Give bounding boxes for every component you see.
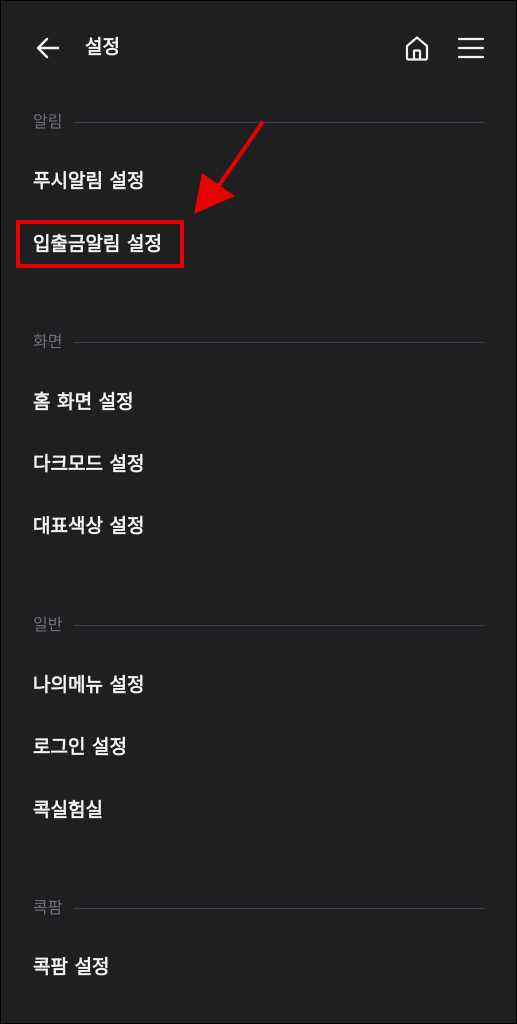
section-label: 콕팜 — [33, 898, 63, 917]
section-header-general: 일반 — [33, 613, 485, 637]
menu-item-kokfarm-settings[interactable]: 콕팜 설정 — [33, 952, 110, 982]
app-header: 설정 — [1, 1, 516, 95]
home-icon — [405, 36, 429, 61]
menu-item-deposit-withdrawal-notification-settings[interactable]: 입출금알림 설정 — [33, 229, 162, 259]
menu-button[interactable] — [454, 31, 488, 65]
menu-item-home-screen-settings[interactable]: 홈 화면 설정 — [33, 387, 134, 417]
menu-item-kok-lab[interactable]: 콕실험실 — [33, 795, 103, 825]
menu-item-theme-color-settings[interactable]: 대표색상 설정 — [33, 511, 145, 541]
hamburger-menu-icon — [457, 37, 485, 59]
section-header-notification: 알림 — [33, 110, 485, 134]
section-divider — [74, 121, 485, 123]
section-label: 알림 — [33, 112, 63, 131]
section-label: 화면 — [33, 332, 63, 351]
home-button[interactable] — [400, 31, 434, 65]
menu-item-dark-mode-settings[interactable]: 다크모드 설정 — [33, 449, 145, 479]
menu-item-my-menu-settings[interactable]: 나의메뉴 설정 — [33, 670, 145, 700]
settings-screen: 설정 알림 푸시알림 설정 입출금알림 설정 화면 홈 화면 설정 다크모드 설… — [0, 0, 517, 1024]
section-divider — [74, 907, 485, 909]
section-divider — [74, 624, 485, 626]
section-header-display: 화면 — [33, 330, 485, 354]
back-button[interactable] — [31, 31, 65, 65]
page-title: 설정 — [85, 36, 120, 58]
section-label: 일반 — [33, 615, 63, 634]
menu-item-login-settings[interactable]: 로그인 설정 — [33, 732, 127, 762]
section-header-kokfarm: 콕팜 — [33, 896, 485, 920]
arrow-left-icon — [36, 37, 60, 59]
section-divider — [74, 341, 485, 343]
menu-item-push-notification-settings[interactable]: 푸시알림 설정 — [33, 166, 145, 196]
